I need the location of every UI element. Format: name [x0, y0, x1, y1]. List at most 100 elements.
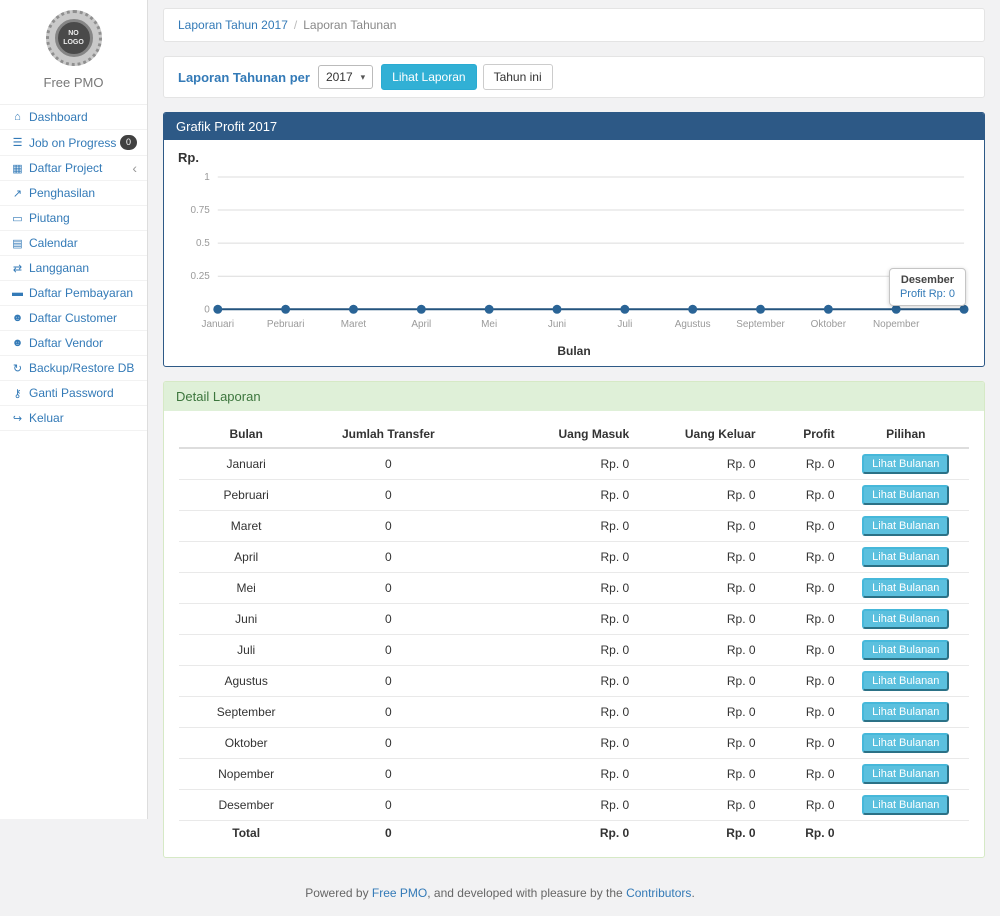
cell-uang-keluar: Rp. 0 [637, 666, 763, 697]
tahun-ini-button[interactable]: Tahun ini [483, 64, 553, 90]
table-row: September 0 Rp. 0 Rp. 0 Rp. 0 Lihat Bula… [179, 697, 969, 728]
lihat-bulanan-button[interactable]: Lihat Bulanan [862, 609, 949, 629]
year-select[interactable]: 2017 ▾ [318, 65, 373, 89]
money-icon: ▭ [10, 212, 25, 225]
cell-uang-masuk: Rp. 0 [463, 635, 637, 666]
sidebar-item-piutang[interactable]: ▭ Piutang [0, 206, 147, 231]
cell-uang-keluar: Rp. 0 [637, 635, 763, 666]
breadcrumb-separator: / [294, 18, 297, 32]
cell-jumlah-transfer: 0 [313, 573, 463, 604]
sidebar-item-daftar-vendor[interactable]: ☻ Daftar Vendor [0, 331, 147, 356]
svg-text:Juli: Juli [617, 319, 632, 330]
sidebar-item-backup-restore-db[interactable]: ↻ Backup/Restore DB [0, 356, 147, 381]
sidebar-item-label: Daftar Customer [29, 311, 117, 325]
cell-uang-keluar: Rp. 0 [637, 759, 763, 790]
cell-profit: Rp. 0 [764, 697, 843, 728]
table-row: Juli 0 Rp. 0 Rp. 0 Rp. 0 Lihat Bulanan [179, 635, 969, 666]
cell-bulan: Oktober [179, 728, 313, 759]
cell-jumlah-transfer: 0 [313, 448, 463, 480]
lihat-bulanan-button[interactable]: Lihat Bulanan [862, 764, 949, 784]
lihat-bulanan-button[interactable]: Lihat Bulanan [862, 516, 949, 536]
sidebar-item-calendar[interactable]: ▤ Calendar [0, 231, 147, 256]
lihat-bulanan-button[interactable]: Lihat Bulanan [862, 485, 949, 505]
cell-uang-masuk: Rp. 0 [463, 573, 637, 604]
main-content: Laporan Tahun 2017/Laporan Tahunan Lapor… [148, 0, 1000, 858]
lihat-bulanan-button[interactable]: Lihat Bulanan [862, 640, 949, 660]
sidebar-item-langganan[interactable]: ⇄ Langganan [0, 256, 147, 281]
total-empty-cell [843, 821, 969, 846]
sidebar-item-label: Job on Progress [29, 136, 116, 150]
svg-text:Oktober: Oktober [811, 319, 847, 330]
cell-uang-masuk: Rp. 0 [463, 480, 637, 511]
sidebar-item-job-on-progress[interactable]: ☰ Job on Progress 0 [0, 130, 147, 156]
sidebar-item-daftar-customer[interactable]: ☻ Daftar Customer [0, 306, 147, 331]
cell-bulan: Juli [179, 635, 313, 666]
cell-jumlah-transfer: 0 [313, 666, 463, 697]
lihat-laporan-button[interactable]: Lihat Laporan [381, 64, 476, 90]
footer: Powered by Free PMO, and developed with … [0, 872, 1000, 916]
sidebar-item-label: Keluar [29, 411, 64, 425]
sidebar-item-label: Daftar Project [29, 161, 102, 175]
cell-uang-keluar: Rp. 0 [637, 573, 763, 604]
cell-uang-keluar: Rp. 0 [637, 728, 763, 759]
cell-bulan: Nopember [179, 759, 313, 790]
svg-text:Juni: Juni [548, 319, 566, 330]
table-row: Mei 0 Rp. 0 Rp. 0 Rp. 0 Lihat Bulanan [179, 573, 969, 604]
detail-laporan-body: BulanJumlah TransferUang MasukUang Kelua… [164, 411, 984, 857]
total-uang-masuk: Rp. 0 [463, 821, 637, 846]
grafik-panel-title: Grafik Profit 2017 [164, 113, 984, 140]
cell-uang-keluar: Rp. 0 [637, 697, 763, 728]
cell-jumlah-transfer: 0 [313, 480, 463, 511]
cell-uang-masuk: Rp. 0 [463, 759, 637, 790]
cell-profit: Rp. 0 [764, 573, 843, 604]
cell-uang-keluar: Rp. 0 [637, 604, 763, 635]
cell-uang-masuk: Rp. 0 [463, 448, 637, 480]
total-uang-keluar: Rp. 0 [637, 821, 763, 846]
lihat-bulanan-button[interactable]: Lihat Bulanan [862, 733, 949, 753]
cell-jumlah-transfer: 0 [313, 697, 463, 728]
cell-profit: Rp. 0 [764, 635, 843, 666]
cell-uang-masuk: Rp. 0 [463, 666, 637, 697]
free-pmo-link[interactable]: Free PMO [372, 886, 427, 900]
lihat-bulanan-button[interactable]: Lihat Bulanan [862, 795, 949, 815]
lihat-bulanan-button[interactable]: Lihat Bulanan [862, 547, 949, 567]
sidebar-item-daftar-project[interactable]: ▦ Daftar Project ‹ [0, 156, 147, 181]
cell-profit: Rp. 0 [764, 542, 843, 573]
sidebar-item-keluar[interactable]: ↪ Keluar [0, 406, 147, 431]
detail-laporan-title: Detail Laporan [164, 382, 984, 411]
no-logo-icon: NO LOGO [46, 10, 102, 66]
table-header-row: BulanJumlah TransferUang MasukUang Kelua… [179, 421, 969, 448]
cell-jumlah-transfer: 0 [313, 790, 463, 821]
chart-tooltip-title: Desember [900, 274, 955, 286]
sidebar-item-daftar-pembayaran[interactable]: ▬ Daftar Pembayaran [0, 281, 147, 306]
chevron-left-icon: ‹ [132, 163, 137, 173]
column-header-5: Pilihan [843, 421, 969, 448]
column-header-1: Jumlah Transfer [313, 421, 463, 448]
lihat-bulanan-button[interactable]: Lihat Bulanan [862, 454, 949, 474]
total-label: Total [179, 821, 313, 846]
grafik-panel: Grafik Profit 2017 Rp. 10.750.50.250Janu… [163, 112, 985, 367]
table-row: Agustus 0 Rp. 0 Rp. 0 Rp. 0 Lihat Bulana… [179, 666, 969, 697]
cell-bulan: Juni [179, 604, 313, 635]
cell-profit: Rp. 0 [764, 728, 843, 759]
table-row: Pebruari 0 Rp. 0 Rp. 0 Rp. 0 Lihat Bulan… [179, 480, 969, 511]
lihat-bulanan-button[interactable]: Lihat Bulanan [862, 578, 949, 598]
count-badge: 0 [120, 135, 137, 150]
svg-text:April: April [411, 319, 431, 330]
profit-line-chart-svg: 10.750.50.250JanuariPebruariMaretAprilMe… [176, 165, 972, 339]
lihat-bulanan-button[interactable]: Lihat Bulanan [862, 702, 949, 722]
chart-y-axis-label: Rp. [178, 150, 972, 165]
cell-uang-keluar: Rp. 0 [637, 480, 763, 511]
chevron-down-icon: ▾ [361, 72, 366, 83]
sidebar-item-ganti-password[interactable]: ⚷ Ganti Password [0, 381, 147, 406]
sidebar-item-label: Ganti Password [29, 386, 114, 400]
cell-bulan: Agustus [179, 666, 313, 697]
breadcrumb-link[interactable]: Laporan Tahun 2017 [178, 18, 288, 32]
sidebar-item-penghasilan[interactable]: ↗ Penghasilan [0, 181, 147, 206]
lihat-bulanan-button[interactable]: Lihat Bulanan [862, 671, 949, 691]
report-table: BulanJumlah TransferUang MasukUang Kelua… [179, 421, 969, 845]
sidebar-item-label: Daftar Pembayaran [29, 286, 133, 300]
sidebar-item-dashboard[interactable]: ⌂ Dashboard [0, 105, 147, 130]
filter-label: Laporan Tahunan per [178, 70, 310, 85]
contributors-link[interactable]: Contributors [626, 886, 691, 900]
